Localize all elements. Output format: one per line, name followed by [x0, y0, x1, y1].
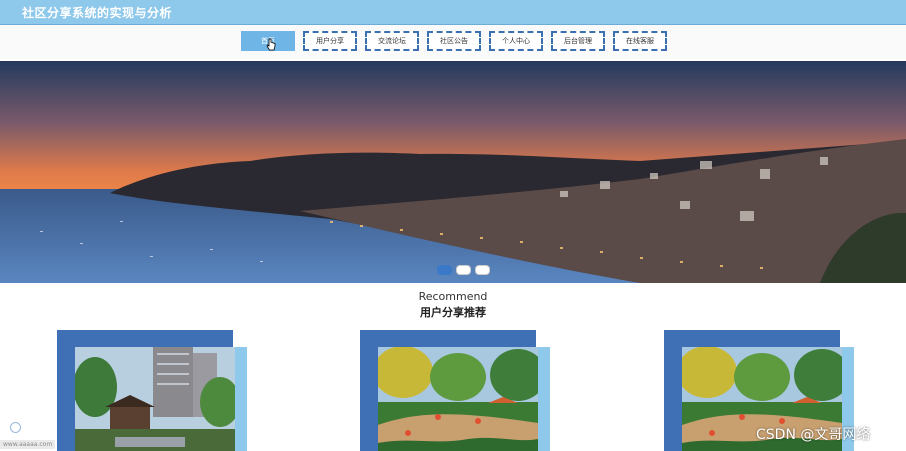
nav-item-forum[interactable]: 交流论坛 — [365, 31, 419, 51]
nav-menu: 首页 用户分享 交流论坛 社区公告 个人中心 后台管理 在线客服 — [241, 31, 667, 51]
loading-circle-icon — [10, 422, 21, 433]
nav-item-admin[interactable]: 后台管理 — [551, 31, 605, 51]
carousel-dot[interactable] — [456, 265, 471, 275]
top-bar: 社区分享系统的实现与分析 — [0, 0, 906, 25]
share-card[interactable] — [360, 330, 550, 451]
nav-bar: 首页 用户分享 交流论坛 社区公告 个人中心 后台管理 在线客服 — [0, 25, 906, 59]
section-title-cn: 用户分享推荐 — [420, 306, 486, 319]
card-image[interactable] — [75, 347, 235, 451]
carousel-dot[interactable] — [475, 265, 490, 275]
carousel-dots — [437, 265, 490, 275]
site-title: 社区分享系统的实现与分析 — [22, 6, 173, 20]
harbor-sunset-image — [0, 61, 906, 283]
footer-small-text: www.aaaaa.com — [0, 440, 56, 449]
hero-banner[interactable] — [0, 61, 906, 283]
nav-item-announcements[interactable]: 社区公告 — [427, 31, 481, 51]
hand-cursor-icon — [266, 38, 276, 51]
csdn-watermark: CSDN @文哥网络 — [756, 427, 871, 443]
section-title-en: Recommend — [418, 290, 488, 303]
nav-item-online-service[interactable]: 在线客服 — [613, 31, 667, 51]
nav-item-user-share[interactable]: 用户分享 — [303, 31, 357, 51]
share-card[interactable] — [57, 330, 247, 451]
nav-item-personal-center[interactable]: 个人中心 — [489, 31, 543, 51]
card-image[interactable] — [378, 347, 538, 451]
carousel-dot[interactable] — [437, 265, 452, 275]
